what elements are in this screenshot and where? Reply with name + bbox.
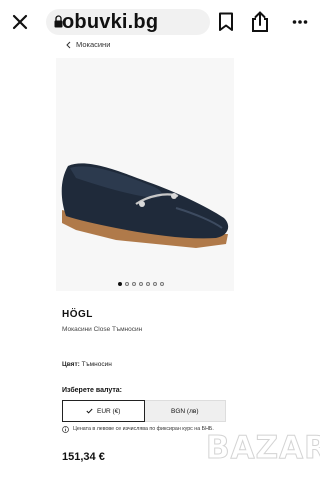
brand-name[interactable]: HÖGL [62,309,93,320]
lock-icon [54,15,63,28]
gallery-dot[interactable] [139,282,143,286]
share-icon[interactable] [246,8,274,36]
product-price: 151,34 € [62,451,105,463]
color-label: Цвят: [62,361,80,368]
currency-label: Изберете валута: [62,387,122,394]
gallery-dot[interactable] [153,282,157,286]
breadcrumb-label: Мокасини [76,40,111,49]
color-value: Тъмносин [81,361,112,368]
currency-option-label: EUR (€) [97,407,121,415]
bookmark-icon[interactable] [212,8,240,36]
gallery-dot[interactable] [118,282,122,286]
currency-toggle: EUR (€) BGN (лв) [62,400,226,422]
browser-toolbar: obuvki.bg [0,0,318,44]
gallery-dot[interactable] [125,282,129,286]
chevron-left-icon [66,41,71,48]
more-icon[interactable] [286,8,314,36]
checkmark-icon [86,408,93,414]
watermark-logo: BAZAR [206,430,320,467]
gallery-dots[interactable] [118,282,164,286]
loafer-shoe-image [61,163,229,248]
gallery-dot[interactable] [132,282,136,286]
info-icon [62,426,69,433]
close-icon[interactable] [6,8,34,36]
product-color: Цвят: Тъмносин [62,361,112,368]
currency-note-text: Цената в левове се изчислява по фиксиран… [73,426,214,432]
url-text: obuvki.bg [62,10,159,33]
breadcrumb[interactable]: Мокасини [66,40,110,49]
gallery-dot[interactable] [146,282,150,286]
currency-note: Цената в левове се изчислява по фиксиран… [62,425,222,433]
product-name: Мокасини Close Тъмносин [62,326,143,333]
currency-option-eur[interactable]: EUR (€) [62,400,145,422]
currency-option-label: BGN (лв) [171,407,199,415]
currency-option-bgn[interactable]: BGN (лв) [144,401,225,421]
gallery-dot[interactable] [160,282,164,286]
address-bar[interactable]: obuvki.bg [46,9,210,35]
product-image[interactable] [56,58,234,291]
